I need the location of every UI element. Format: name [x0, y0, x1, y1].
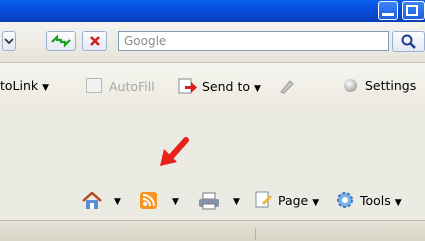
autolink-button[interactable]: toLink ▼	[0, 78, 49, 93]
send-to-icon	[178, 78, 197, 94]
rss-dropdown-icon[interactable]: ▼	[172, 197, 179, 207]
chevron-down-icon: ▼	[394, 198, 402, 208]
gear-icon	[337, 192, 353, 208]
tab-divider	[255, 228, 256, 240]
send-to-button[interactable]: Send to ▼	[178, 78, 261, 94]
chevron-down-icon: ▼	[42, 83, 50, 93]
rss-icon	[142, 194, 155, 207]
stop-icon	[89, 36, 100, 46]
autofill-icon	[86, 78, 102, 93]
autofill-label: AutoFill	[108, 79, 155, 94]
home-button[interactable]	[82, 191, 102, 213]
tools-menu-label: Tools	[359, 193, 391, 208]
home-dropdown-icon[interactable]: ▼	[114, 197, 121, 207]
settings-button[interactable]: Settings	[344, 78, 416, 93]
chevron-down-icon: ▼	[312, 198, 320, 208]
minimize-button[interactable]	[378, 1, 398, 20]
minimize-icon	[382, 13, 394, 16]
print-button[interactable]	[198, 192, 220, 213]
address-dropdown-button[interactable]	[2, 31, 16, 51]
printer-icon	[199, 192, 219, 210]
print-dropdown-icon[interactable]: ▼	[233, 197, 240, 207]
highlighter-button[interactable]	[278, 78, 296, 97]
settings-label: Settings	[364, 78, 417, 93]
home-icon	[82, 191, 102, 209]
maximize-icon	[406, 5, 418, 16]
search-input[interactable]: Google	[118, 31, 389, 51]
title-bar	[0, 0, 425, 22]
autolink-label: toLink	[0, 78, 39, 93]
chevron-down-icon	[4, 38, 14, 45]
search-button[interactable]	[392, 31, 425, 52]
tab-strip	[0, 220, 425, 241]
page-icon	[255, 191, 272, 208]
annotation-arrow-icon	[160, 137, 189, 166]
stop-button[interactable]	[82, 31, 107, 51]
refresh-icon	[51, 34, 71, 48]
autofill-button[interactable]: AutoFill	[86, 78, 155, 94]
highlighter-icon	[280, 80, 294, 94]
page-menu-label: Page	[277, 193, 309, 208]
page-menu-button[interactable]: Page ▼	[254, 191, 319, 209]
maximize-button[interactable]	[402, 1, 425, 20]
magnifier-icon	[401, 34, 416, 49]
refresh-button[interactable]	[46, 31, 76, 51]
settings-icon	[344, 79, 357, 92]
send-to-label: Send to	[201, 79, 250, 94]
chevron-down-icon: ▼	[253, 84, 261, 94]
rss-feeds-button[interactable]	[140, 192, 157, 209]
tools-menu-button[interactable]: Tools ▼	[336, 191, 402, 209]
